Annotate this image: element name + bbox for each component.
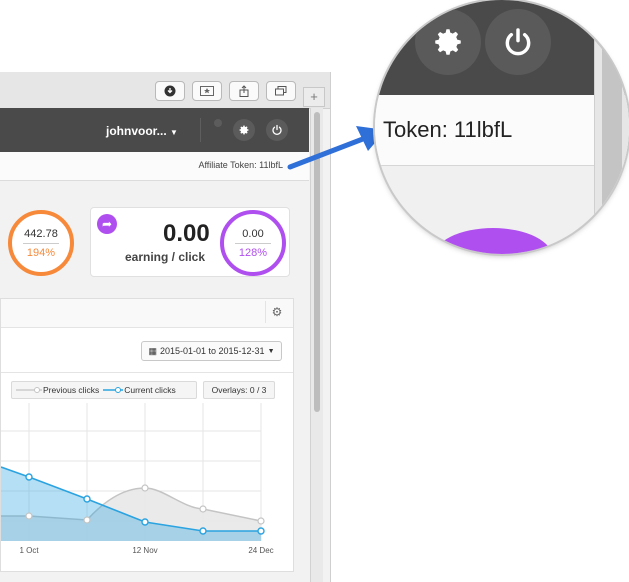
power-icon: [485, 9, 551, 75]
gear-icon: [415, 9, 481, 75]
magnified-token: Token: 11lbfL: [383, 117, 513, 142]
magnified-scrollbar: [594, 0, 629, 254]
magnified-token-bar: Token: 11lbfL: [375, 95, 629, 166]
magnified-header: [375, 0, 629, 95]
magnified-purple-ring: [433, 228, 553, 254]
magnifier-callout: Token: 11lbfL: [375, 0, 629, 254]
magnified-scrollbar-thumb: [602, 0, 622, 254]
